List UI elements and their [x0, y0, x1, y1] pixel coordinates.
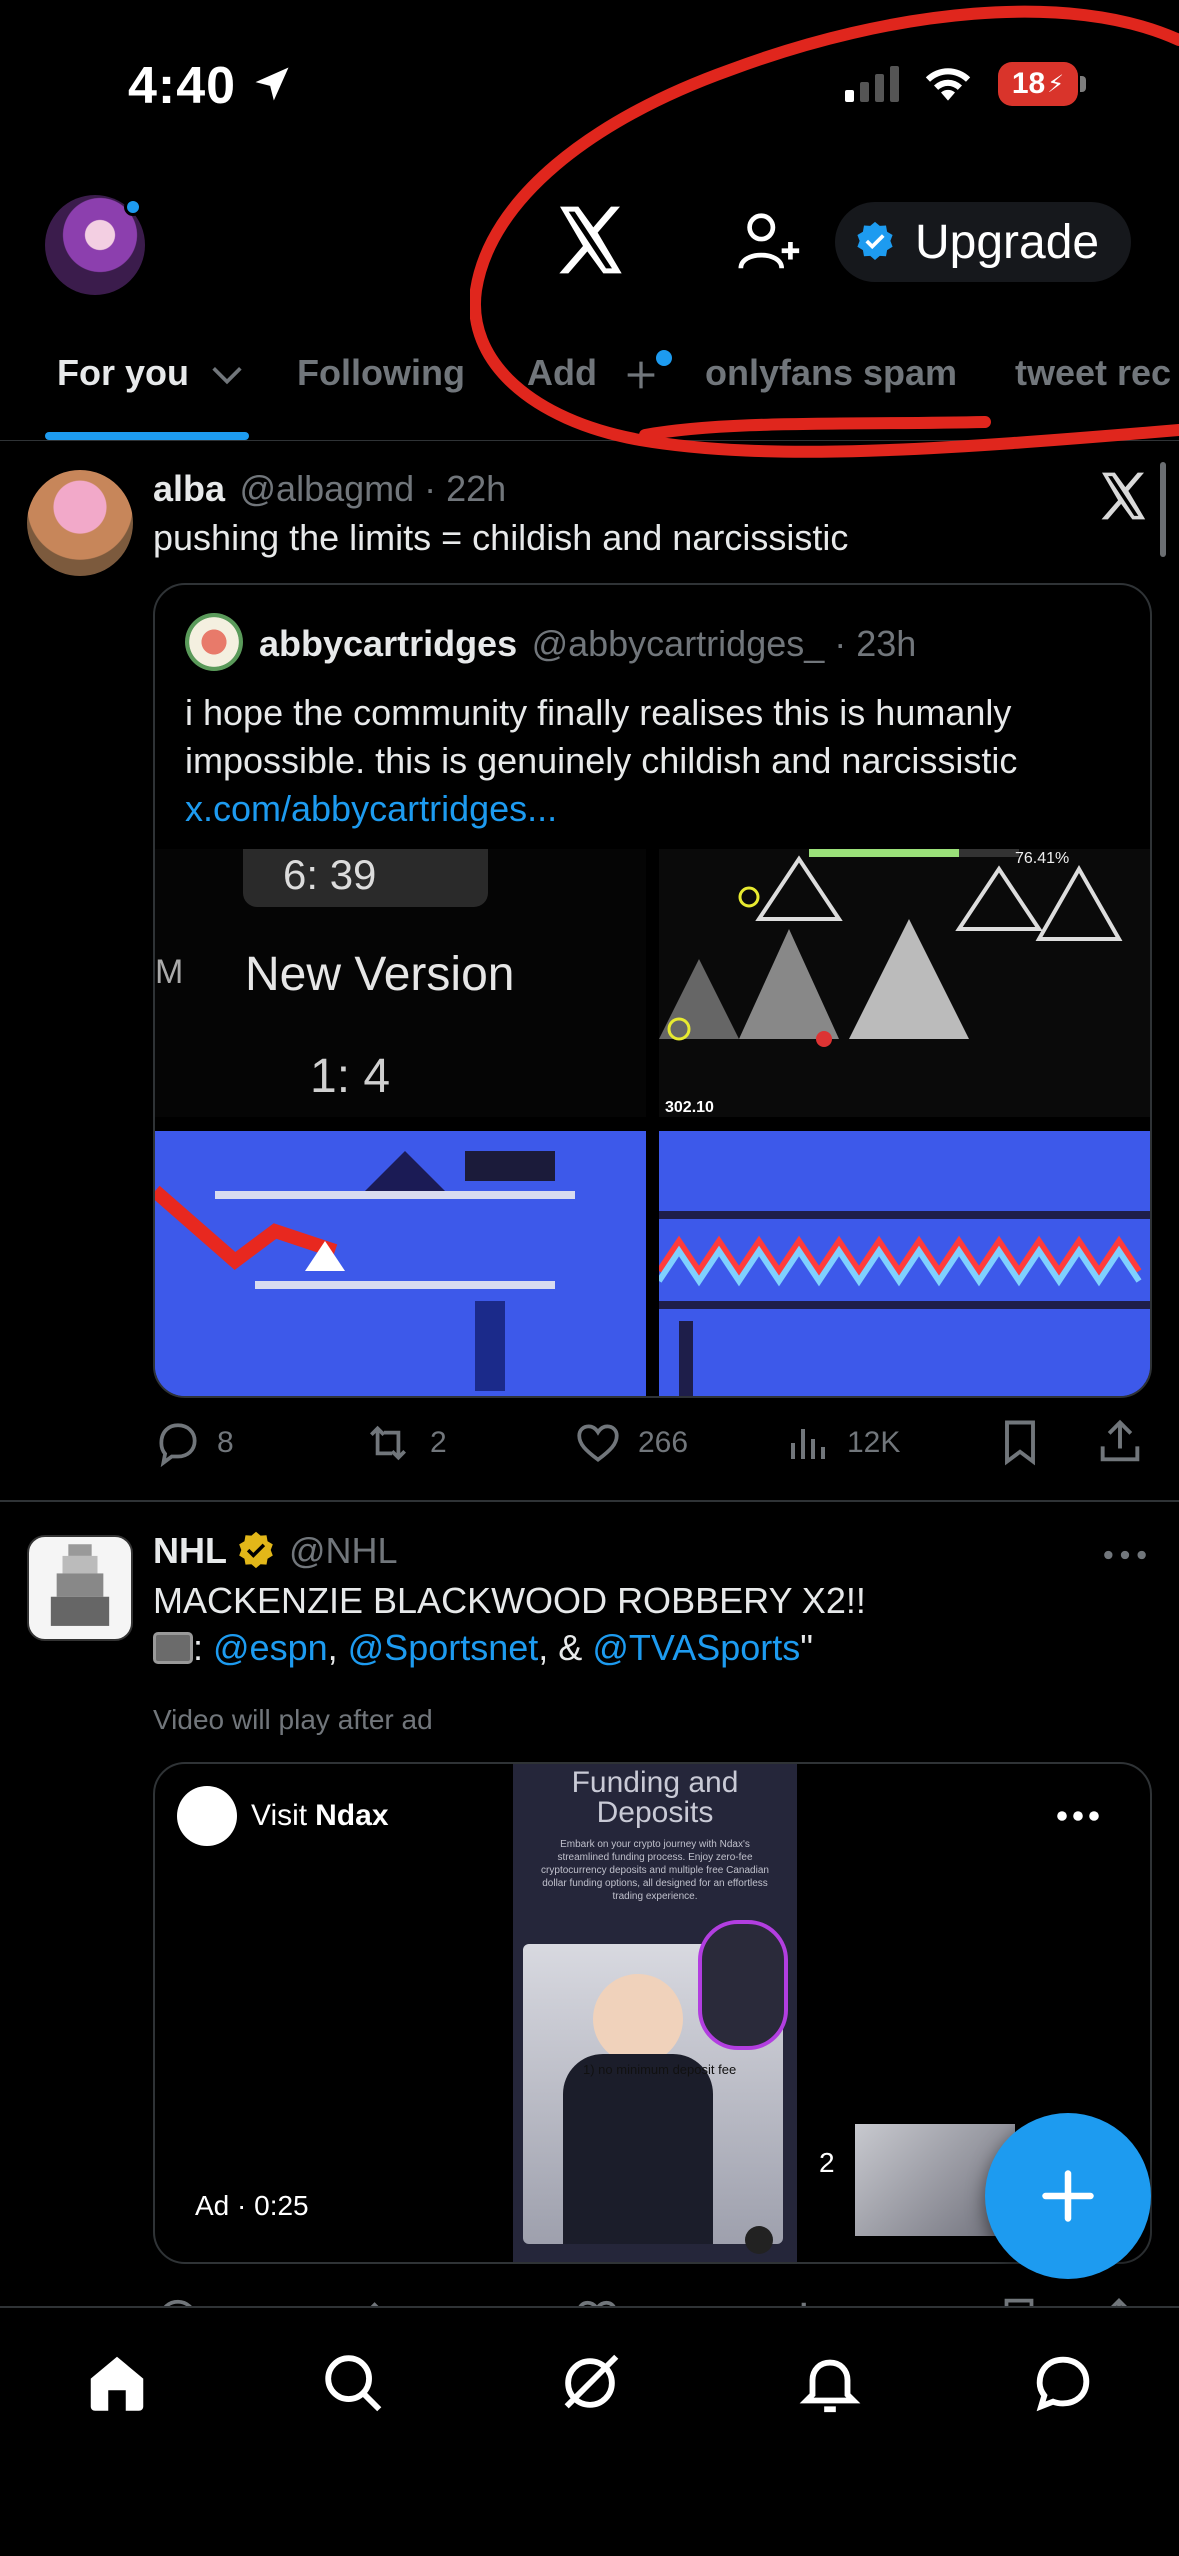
reply-button[interactable]: 8	[153, 1418, 234, 1468]
scrollbar[interactable]	[1160, 462, 1166, 557]
share-icon[interactable]	[1094, 2294, 1144, 2306]
media2-score: 302.10	[665, 1099, 714, 1116]
like-button[interactable]: 266	[572, 1418, 688, 1468]
tweet2-ampersand: , &	[538, 1627, 593, 1668]
media1-title: New Version	[245, 948, 515, 1001]
quoted-text: i hope the community finally realises th…	[185, 689, 1017, 833]
tab-following[interactable]: Following	[297, 352, 465, 394]
tab-for-you-label: For you	[57, 352, 189, 393]
more-options-icon[interactable]	[1100, 1540, 1150, 1570]
view-count: 12K	[847, 1426, 901, 1459]
location-arrow-icon	[255, 67, 289, 101]
bookmark-icon[interactable]	[994, 1414, 1046, 1470]
notifications-bell-icon[interactable]	[795, 2348, 865, 2418]
video-counter: 2	[819, 2147, 835, 2178]
gold-verified-icon	[239, 1531, 273, 1569]
visit-advertiser[interactable]: Visit Ndax	[177, 1786, 389, 1846]
media1-time: 6: 39	[283, 851, 377, 898]
tv-icon	[153, 1632, 193, 1664]
compose-post-button[interactable]	[985, 2113, 1151, 2279]
ad-photo	[523, 1920, 788, 2244]
tweet2-actions-peek	[0, 2266, 1179, 2306]
red-annotation-circle	[470, 5, 1179, 458]
x-grok-icon[interactable]	[1095, 468, 1151, 524]
home-icon[interactable]	[82, 2348, 152, 2418]
quoted-author-handle: @abbycartridges_ · 23h	[531, 623, 917, 664]
mention-sportsnet[interactable]: @Sportsnet	[348, 1627, 539, 1669]
ad-creative[interactable]: Funding and Deposits Embark on your cryp…	[513, 1764, 797, 2262]
ad-more-icon[interactable]	[1053, 1808, 1103, 1824]
media-grid: 6: 39 M New Version 1: 4 76.41% 302.10	[155, 849, 1150, 1396]
advertiser-logo	[177, 1786, 237, 1846]
mention-espn[interactable]: @espn	[213, 1627, 328, 1669]
ad-timer: Ad · 0:25	[195, 2190, 309, 2221]
tweet-author-handle[interactable]: @albagmd · 22h	[240, 468, 507, 509]
status-time: 4:40	[128, 57, 237, 115]
mention-tvasports[interactable]: @TVASports	[592, 1627, 800, 1669]
ad-title-line2: Deposits	[596, 1796, 714, 1829]
ad-title-line1: Funding and	[571, 1766, 739, 1799]
media1-edge: M	[155, 953, 184, 991]
visit-brand: Ndax	[315, 1799, 389, 1832]
chevron-down-icon[interactable]	[207, 360, 247, 390]
tweet-header: alba @albagmd · 22h	[153, 468, 506, 510]
tweet2-text: MACKENZIE BLACKWOOD ROBBERY X2!!	[153, 1580, 866, 1621]
like-count: 266	[638, 1426, 689, 1459]
media-image-3[interactable]	[155, 1131, 646, 1396]
tweet2-colon: :	[193, 1627, 214, 1668]
views-chart-icon	[791, 1429, 825, 1459]
grok-icon[interactable]	[555, 2348, 625, 2418]
reply-icon	[159, 1423, 197, 1468]
nhl-avatar[interactable]	[27, 1535, 133, 1641]
retweet-icon	[370, 1425, 406, 1461]
tweet-author-name[interactable]: alba	[153, 468, 225, 509]
media-image-2[interactable]: 76.41% 302.10	[659, 849, 1150, 1117]
bottom-navigation	[0, 2306, 1179, 2556]
ad-caption: 1) no minimum deposit fee	[583, 2062, 737, 2077]
tweet2-broadcast-line: : @espn , @Sportsnet , & @TVASports "	[153, 1627, 813, 1669]
search-icon[interactable]	[318, 2348, 388, 2418]
video-ad-note: Video will play after ad	[153, 1704, 433, 1735]
share-icon[interactable]	[1094, 1414, 1146, 1470]
ad-body-text: Embark on your crypto journey with Ndax'…	[541, 1839, 769, 1902]
tweet2-author-name[interactable]: NHL	[153, 1530, 227, 1572]
media-image-1[interactable]: 6: 39 M New Version 1: 4	[155, 849, 646, 1117]
quoted-tweet[interactable]: abbycartridges @abbycartridges_ · 23h i …	[153, 583, 1152, 1398]
retweet-icon[interactable]	[360, 2294, 410, 2306]
quoted-header: abbycartridges @abbycartridges_ · 23h	[259, 623, 916, 665]
quoted-link[interactable]: x.com/abbycartridges...	[185, 785, 1017, 833]
bookmark-icon[interactable]	[994, 2294, 1044, 2306]
notification-dot	[124, 198, 142, 216]
tab-for-you[interactable]: For you	[57, 352, 247, 394]
active-tab-indicator	[45, 432, 249, 440]
plus-icon	[1042, 2170, 1094, 2222]
retweet-count: 2	[430, 1426, 447, 1459]
views-button[interactable]: 12K	[785, 1418, 900, 1468]
retweet-button[interactable]: 2	[360, 1418, 447, 1468]
media2-progress: 76.41%	[1015, 850, 1070, 867]
quoted-text-line2: impossible. this is genuinely childish a…	[185, 740, 1018, 781]
media-image-4[interactable]	[659, 1131, 1150, 1396]
quoted-author-name: abbycartridges	[259, 623, 518, 664]
quoted-author-avatar	[185, 613, 243, 671]
views-chart-icon[interactable]	[785, 2294, 835, 2306]
reply-count: 8	[217, 1426, 234, 1459]
tweet2-author-handle[interactable]: @NHL	[289, 1530, 398, 1572]
messages-icon[interactable]	[1028, 2348, 1098, 2418]
tweet2-comma: ,	[327, 1627, 348, 1668]
tweet2-header: NHL @NHL	[153, 1530, 398, 1572]
trophy-icon	[50, 1544, 110, 1626]
heart-icon[interactable]	[572, 2294, 622, 2306]
tweet2-quote-mark: "	[800, 1627, 814, 1668]
tweet-text: pushing the limits = childish and narcis…	[153, 517, 849, 558]
heart-icon	[577, 1424, 619, 1463]
tweet-author-avatar[interactable]	[27, 470, 133, 576]
quoted-text-line1: i hope the community finally realises th…	[185, 692, 1012, 733]
chat-bubble-icon	[745, 2226, 773, 2254]
reply-icon[interactable]	[153, 2294, 203, 2306]
visit-label: Visit	[251, 1799, 308, 1832]
tweet-separator	[0, 1500, 1179, 1502]
media1-subtitle: 1: 4	[310, 1050, 391, 1103]
